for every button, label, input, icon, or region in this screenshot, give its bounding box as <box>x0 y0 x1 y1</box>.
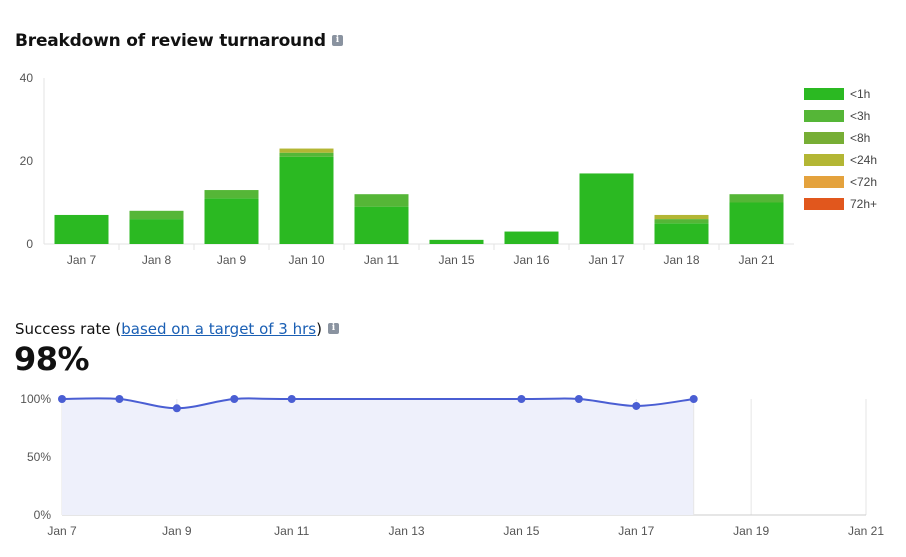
data-point <box>517 395 526 403</box>
x-tick-label: Jan 17 <box>588 253 624 267</box>
legend-swatch <box>804 198 844 210</box>
bar-segment <box>354 206 409 244</box>
bar-segment <box>279 156 334 244</box>
bar-segment <box>279 152 334 157</box>
legend-label: <72h <box>850 175 877 189</box>
legend-label: <24h <box>850 153 877 167</box>
x-tick-label: Jan 15 <box>438 253 474 267</box>
legend-swatch <box>804 154 844 166</box>
bar-segment <box>729 202 784 244</box>
data-point <box>230 395 239 403</box>
success-rate-label: Success rate (based on a target of 3 hrs… <box>15 320 339 338</box>
y-tick-label: 20 <box>20 154 34 168</box>
legend-swatch <box>804 176 844 188</box>
legend-label: <8h <box>850 131 870 145</box>
turnaround-bar-chart: 0 20 40 Jan 7 Jan 8 Jan 9 Jan 10 Jan 11 Jan 15 Ja… <box>20 71 877 267</box>
info-icon[interactable]: i <box>327 323 339 334</box>
legend-swatch <box>804 132 844 144</box>
x-tick-label: Jan 21 <box>738 253 774 267</box>
y-tick-label: 100% <box>20 392 51 406</box>
y-tick-label: 40 <box>20 71 34 85</box>
bar-segment <box>654 223 709 244</box>
data-point <box>58 395 66 403</box>
bar-segment <box>204 190 259 199</box>
y-tick-label: 0 <box>26 237 33 251</box>
data-point <box>689 395 698 403</box>
x-tick-label: Jan 15 <box>503 524 539 538</box>
x-tick-label: Jan 16 <box>513 253 549 267</box>
bar-segment <box>504 231 559 244</box>
x-tick-label: Jan 11 <box>274 524 309 538</box>
x-tick-label: Jan 11 <box>364 253 399 267</box>
x-tick-label: Jan 7 <box>67 253 97 267</box>
x-tick-label: Jan 8 <box>142 253 172 267</box>
success-suffix: ) <box>316 320 322 338</box>
x-tick-label: Jan 10 <box>288 253 324 267</box>
bar-segment <box>654 219 709 224</box>
bar-segment <box>204 198 259 244</box>
bar-segment <box>354 194 409 207</box>
legend-swatch <box>804 110 844 122</box>
success-area <box>62 398 694 515</box>
x-tick-label: Jan 21 <box>848 524 884 538</box>
bar-segment <box>429 239 484 244</box>
bar-segment <box>654 214 709 220</box>
bar-segment <box>54 214 109 244</box>
x-tick-label: Jan 13 <box>389 524 425 538</box>
success-rate-value: 98% <box>14 340 90 378</box>
data-point <box>172 404 181 413</box>
bar-segment <box>579 173 634 244</box>
bar-segment <box>129 210 184 220</box>
bar-segment <box>129 219 184 244</box>
x-tick-label: Jan 9 <box>217 253 247 267</box>
legend-label: <3h <box>850 109 870 123</box>
legend-label: 72h+ <box>850 197 877 211</box>
target-link[interactable]: based on a target of 3 hrs <box>121 320 316 338</box>
x-tick-label: Jan 18 <box>663 253 699 267</box>
y-tick-label: 0% <box>34 508 52 522</box>
data-point <box>632 401 641 410</box>
x-tick-label: Jan 7 <box>47 524 77 538</box>
success-prefix: Success rate ( <box>15 320 122 338</box>
data-point <box>115 395 124 403</box>
y-tick-label: 50% <box>27 450 51 464</box>
data-point <box>574 395 583 403</box>
x-tick-label: Jan 9 <box>162 524 192 538</box>
x-tick-label: Jan 19 <box>733 524 769 538</box>
data-point <box>287 395 296 403</box>
legend-label: <1h <box>850 87 870 101</box>
bar-segment <box>279 148 334 153</box>
x-tick-label: Jan 17 <box>618 524 654 538</box>
success-line <box>61 397 694 410</box>
bar-segment <box>729 194 784 203</box>
legend-swatch <box>804 88 844 100</box>
